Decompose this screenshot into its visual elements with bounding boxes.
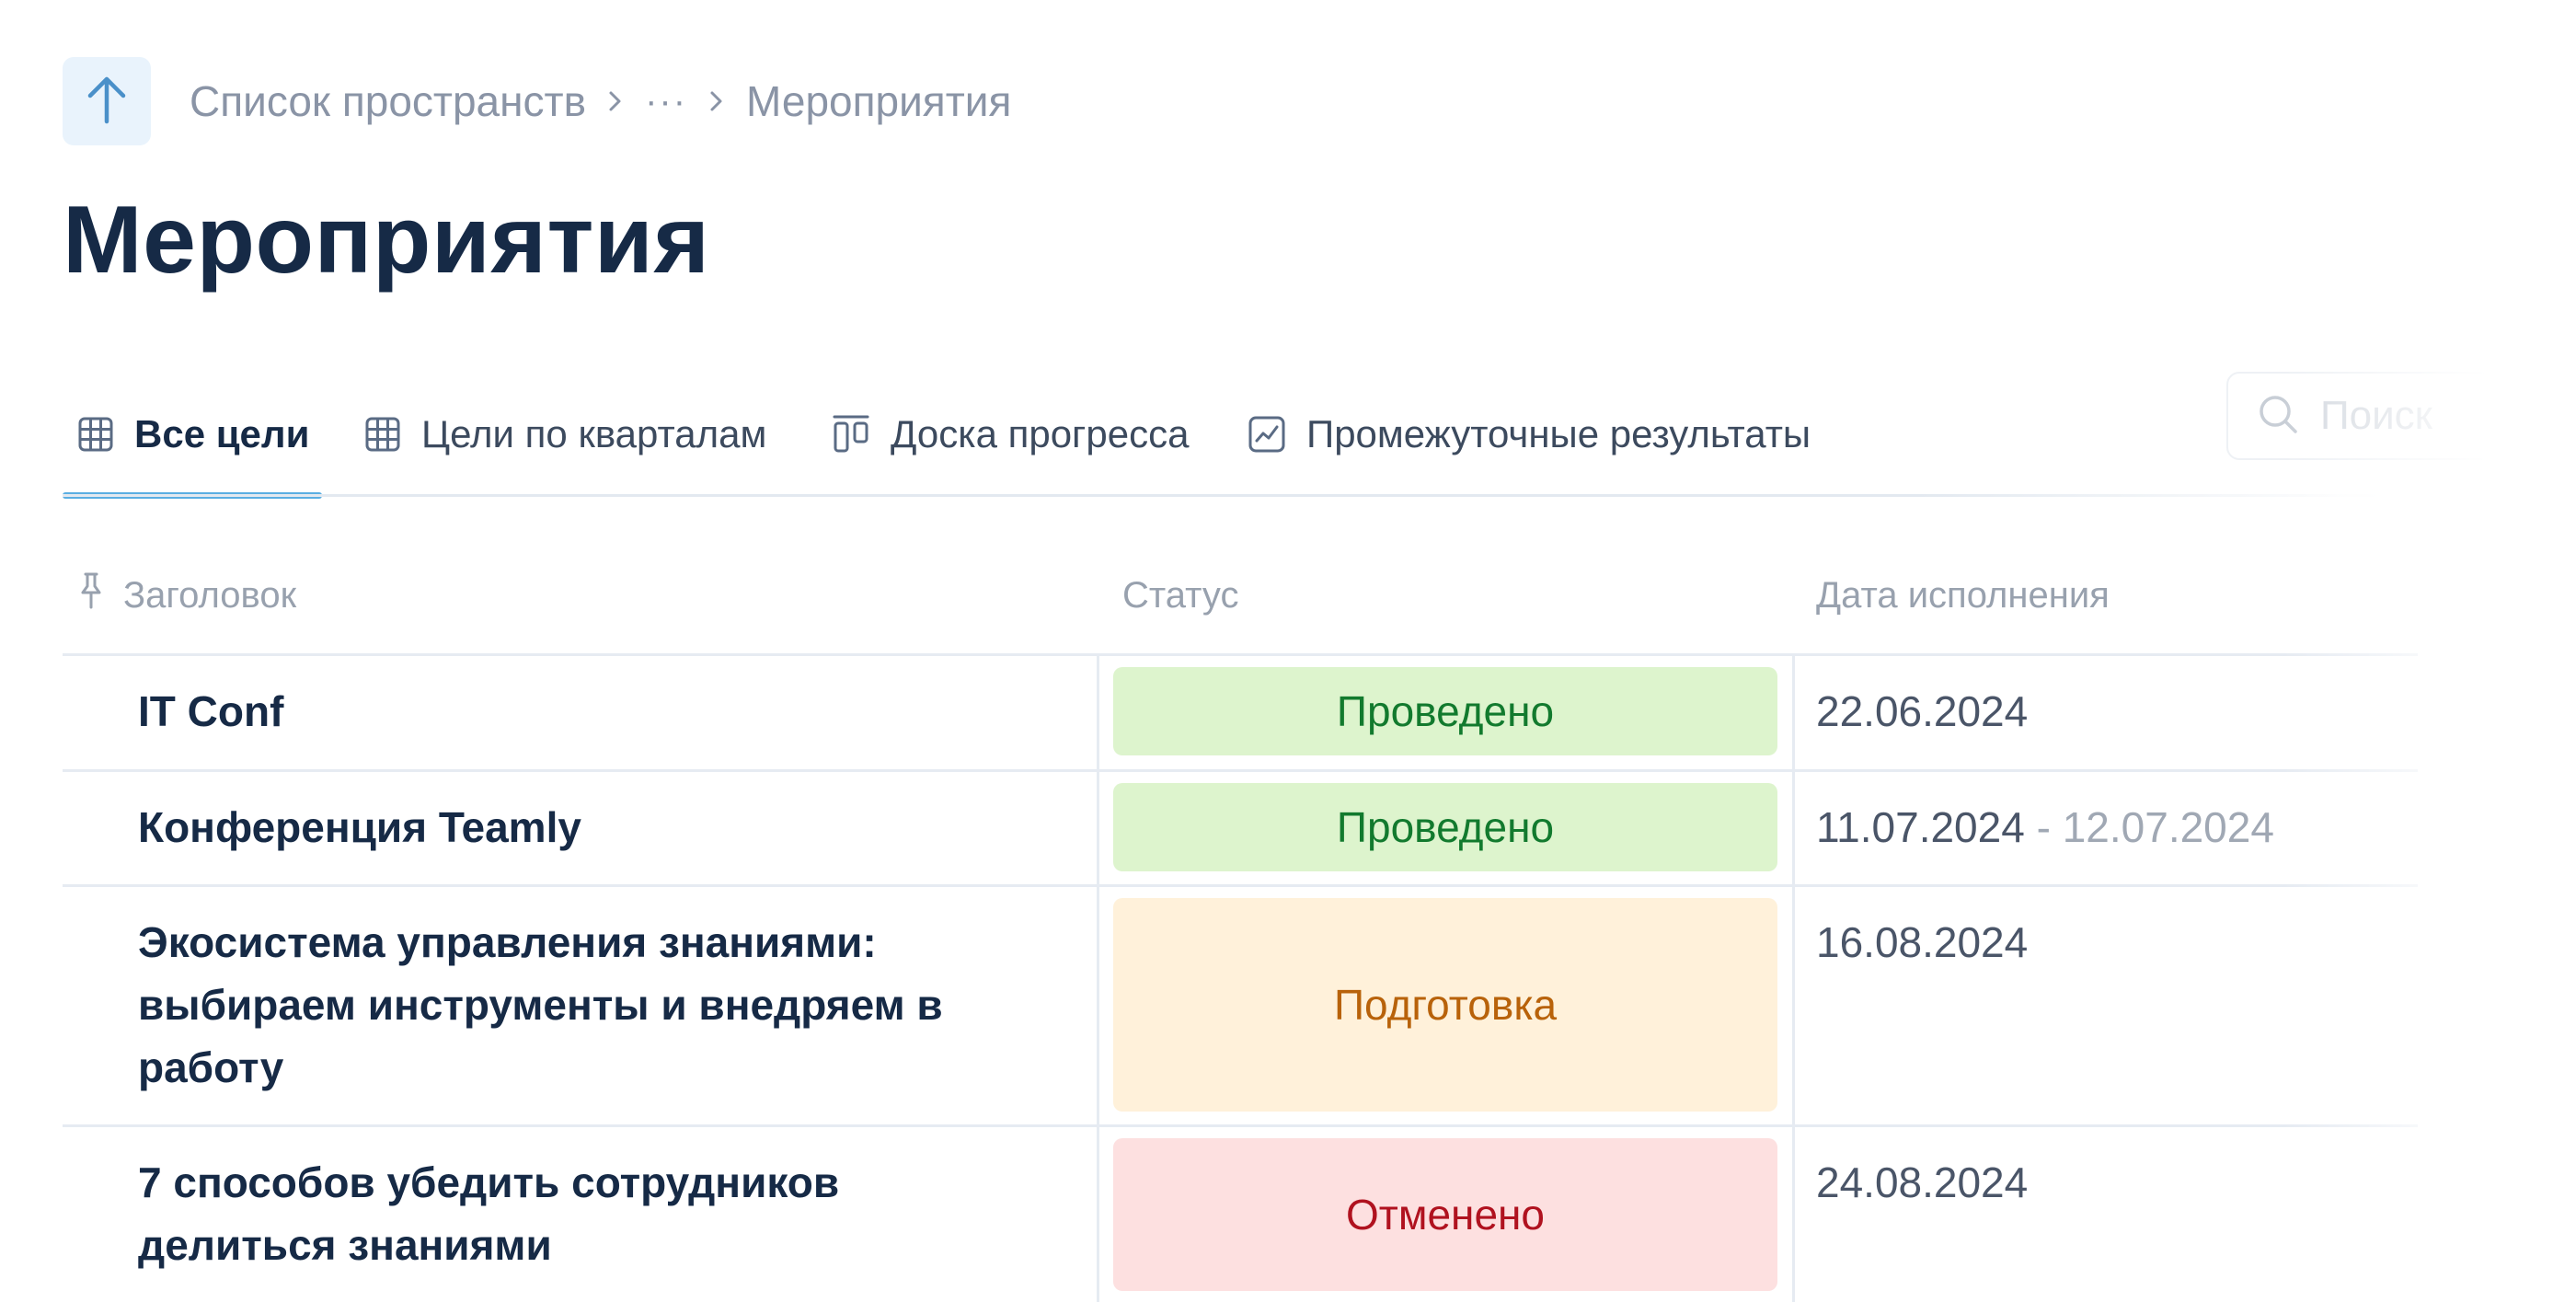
- status-badge[interactable]: Проведено: [1113, 667, 1777, 755]
- column-divider: [1792, 887, 1795, 1124]
- column-divider: [1097, 887, 1099, 1124]
- table-grid-icon: [77, 416, 114, 453]
- table-row[interactable]: 7 способов убедить сотрудников делиться …: [63, 1127, 2418, 1302]
- breadcrumb: Список пространств ··· Мероприятия: [190, 72, 1011, 131]
- search-input[interactable]: [2318, 392, 2501, 440]
- page-title: Мероприятия: [63, 187, 710, 294]
- date-start: 16.08.2024: [1816, 918, 2029, 966]
- column-header-status[interactable]: Статус: [1122, 537, 1238, 653]
- breadcrumb-item-spaces[interactable]: Список пространств: [190, 76, 586, 126]
- tab-label: Все цели: [134, 412, 310, 455]
- row-title[interactable]: IT Conf: [138, 680, 1058, 743]
- tab-progress-board[interactable]: Доска прогресса: [832, 372, 1189, 497]
- column-header-label: Заголовок: [123, 574, 297, 616]
- column-header-due-date[interactable]: Дата исполнения: [1816, 537, 2110, 653]
- status-badge[interactable]: Подготовка: [1113, 898, 1777, 1112]
- row-title[interactable]: 7 способов убедить сотрудников делиться …: [138, 1151, 966, 1276]
- tab-label: Цели по кварталам: [421, 412, 767, 455]
- date-start: 11.07.2024: [1816, 803, 2025, 851]
- tab-intermediate-results[interactable]: Промежуточные результаты: [1248, 372, 1811, 497]
- line-chart-icon: [1248, 415, 1286, 454]
- date-separator: -: [2024, 803, 2063, 851]
- column-divider: [1097, 1127, 1099, 1302]
- tabs-divider: [63, 494, 2381, 497]
- column-header-label: Дата исполнения: [1816, 574, 2110, 616]
- column-divider: [1097, 656, 1099, 769]
- arrow-up-icon: [85, 74, 129, 130]
- status-badge[interactable]: Отменено: [1113, 1138, 1777, 1291]
- table-row[interactable]: Экосистема управления знаниями: выбираем…: [63, 887, 2418, 1127]
- breadcrumb-item-current[interactable]: Мероприятия: [746, 76, 1011, 126]
- status-badge[interactable]: Проведено: [1113, 783, 1777, 871]
- column-divider: [1792, 656, 1795, 769]
- date-start: 24.08.2024: [1816, 1158, 2029, 1206]
- page: Список пространств ··· Мероприятия Мероп…: [0, 0, 2576, 1302]
- search-icon: [2256, 392, 2300, 441]
- tab-goals-by-quarter[interactable]: Цели по кварталам: [364, 372, 766, 497]
- navigate-up-button[interactable]: [63, 57, 151, 145]
- date-start: 22.06.2024: [1816, 687, 2029, 735]
- due-date[interactable]: 11.07.2024 - 12.07.2024: [1816, 796, 2274, 858]
- tab-label: Доска прогресса: [891, 412, 1190, 455]
- tab-all-goals[interactable]: Все цели: [77, 372, 309, 497]
- pin-icon: [77, 570, 105, 620]
- column-divider: [1792, 772, 1795, 884]
- date-end: 12.07.2024: [2062, 803, 2274, 851]
- column-divider: [1097, 772, 1099, 884]
- table-row[interactable]: IT Conf Проведено 22.06.2024: [63, 656, 2418, 772]
- column-header-label: Статус: [1122, 574, 1239, 616]
- table-grid-icon: [364, 416, 401, 453]
- row-title[interactable]: Конференция Teamly: [138, 796, 1058, 858]
- tab-label: Промежуточные результаты: [1306, 412, 1811, 455]
- kanban-board-icon: [832, 414, 870, 455]
- due-date[interactable]: 24.08.2024: [1816, 1151, 2028, 1214]
- search-box[interactable]: [2226, 372, 2502, 460]
- table-row[interactable]: Конференция Teamly Проведено 11.07.2024 …: [63, 772, 2418, 887]
- goals-table: Заголовок Статус Дата исполнения IT Conf…: [63, 537, 2418, 1302]
- table-header: Заголовок Статус Дата исполнения: [63, 537, 2418, 656]
- column-header-title[interactable]: Заголовок: [77, 537, 296, 653]
- column-divider: [1792, 1127, 1795, 1302]
- due-date[interactable]: 22.06.2024: [1816, 680, 2028, 743]
- due-date[interactable]: 16.08.2024: [1816, 911, 2028, 974]
- view-tabs: Все цели Цели по кварталам Доска прогрес…: [63, 372, 2381, 499]
- breadcrumb-ellipsis[interactable]: ···: [645, 81, 687, 122]
- chevron-right-icon: [707, 88, 726, 114]
- chevron-right-icon: [606, 88, 625, 114]
- row-title[interactable]: Экосистема управления знаниями: выбираем…: [138, 911, 1058, 1099]
